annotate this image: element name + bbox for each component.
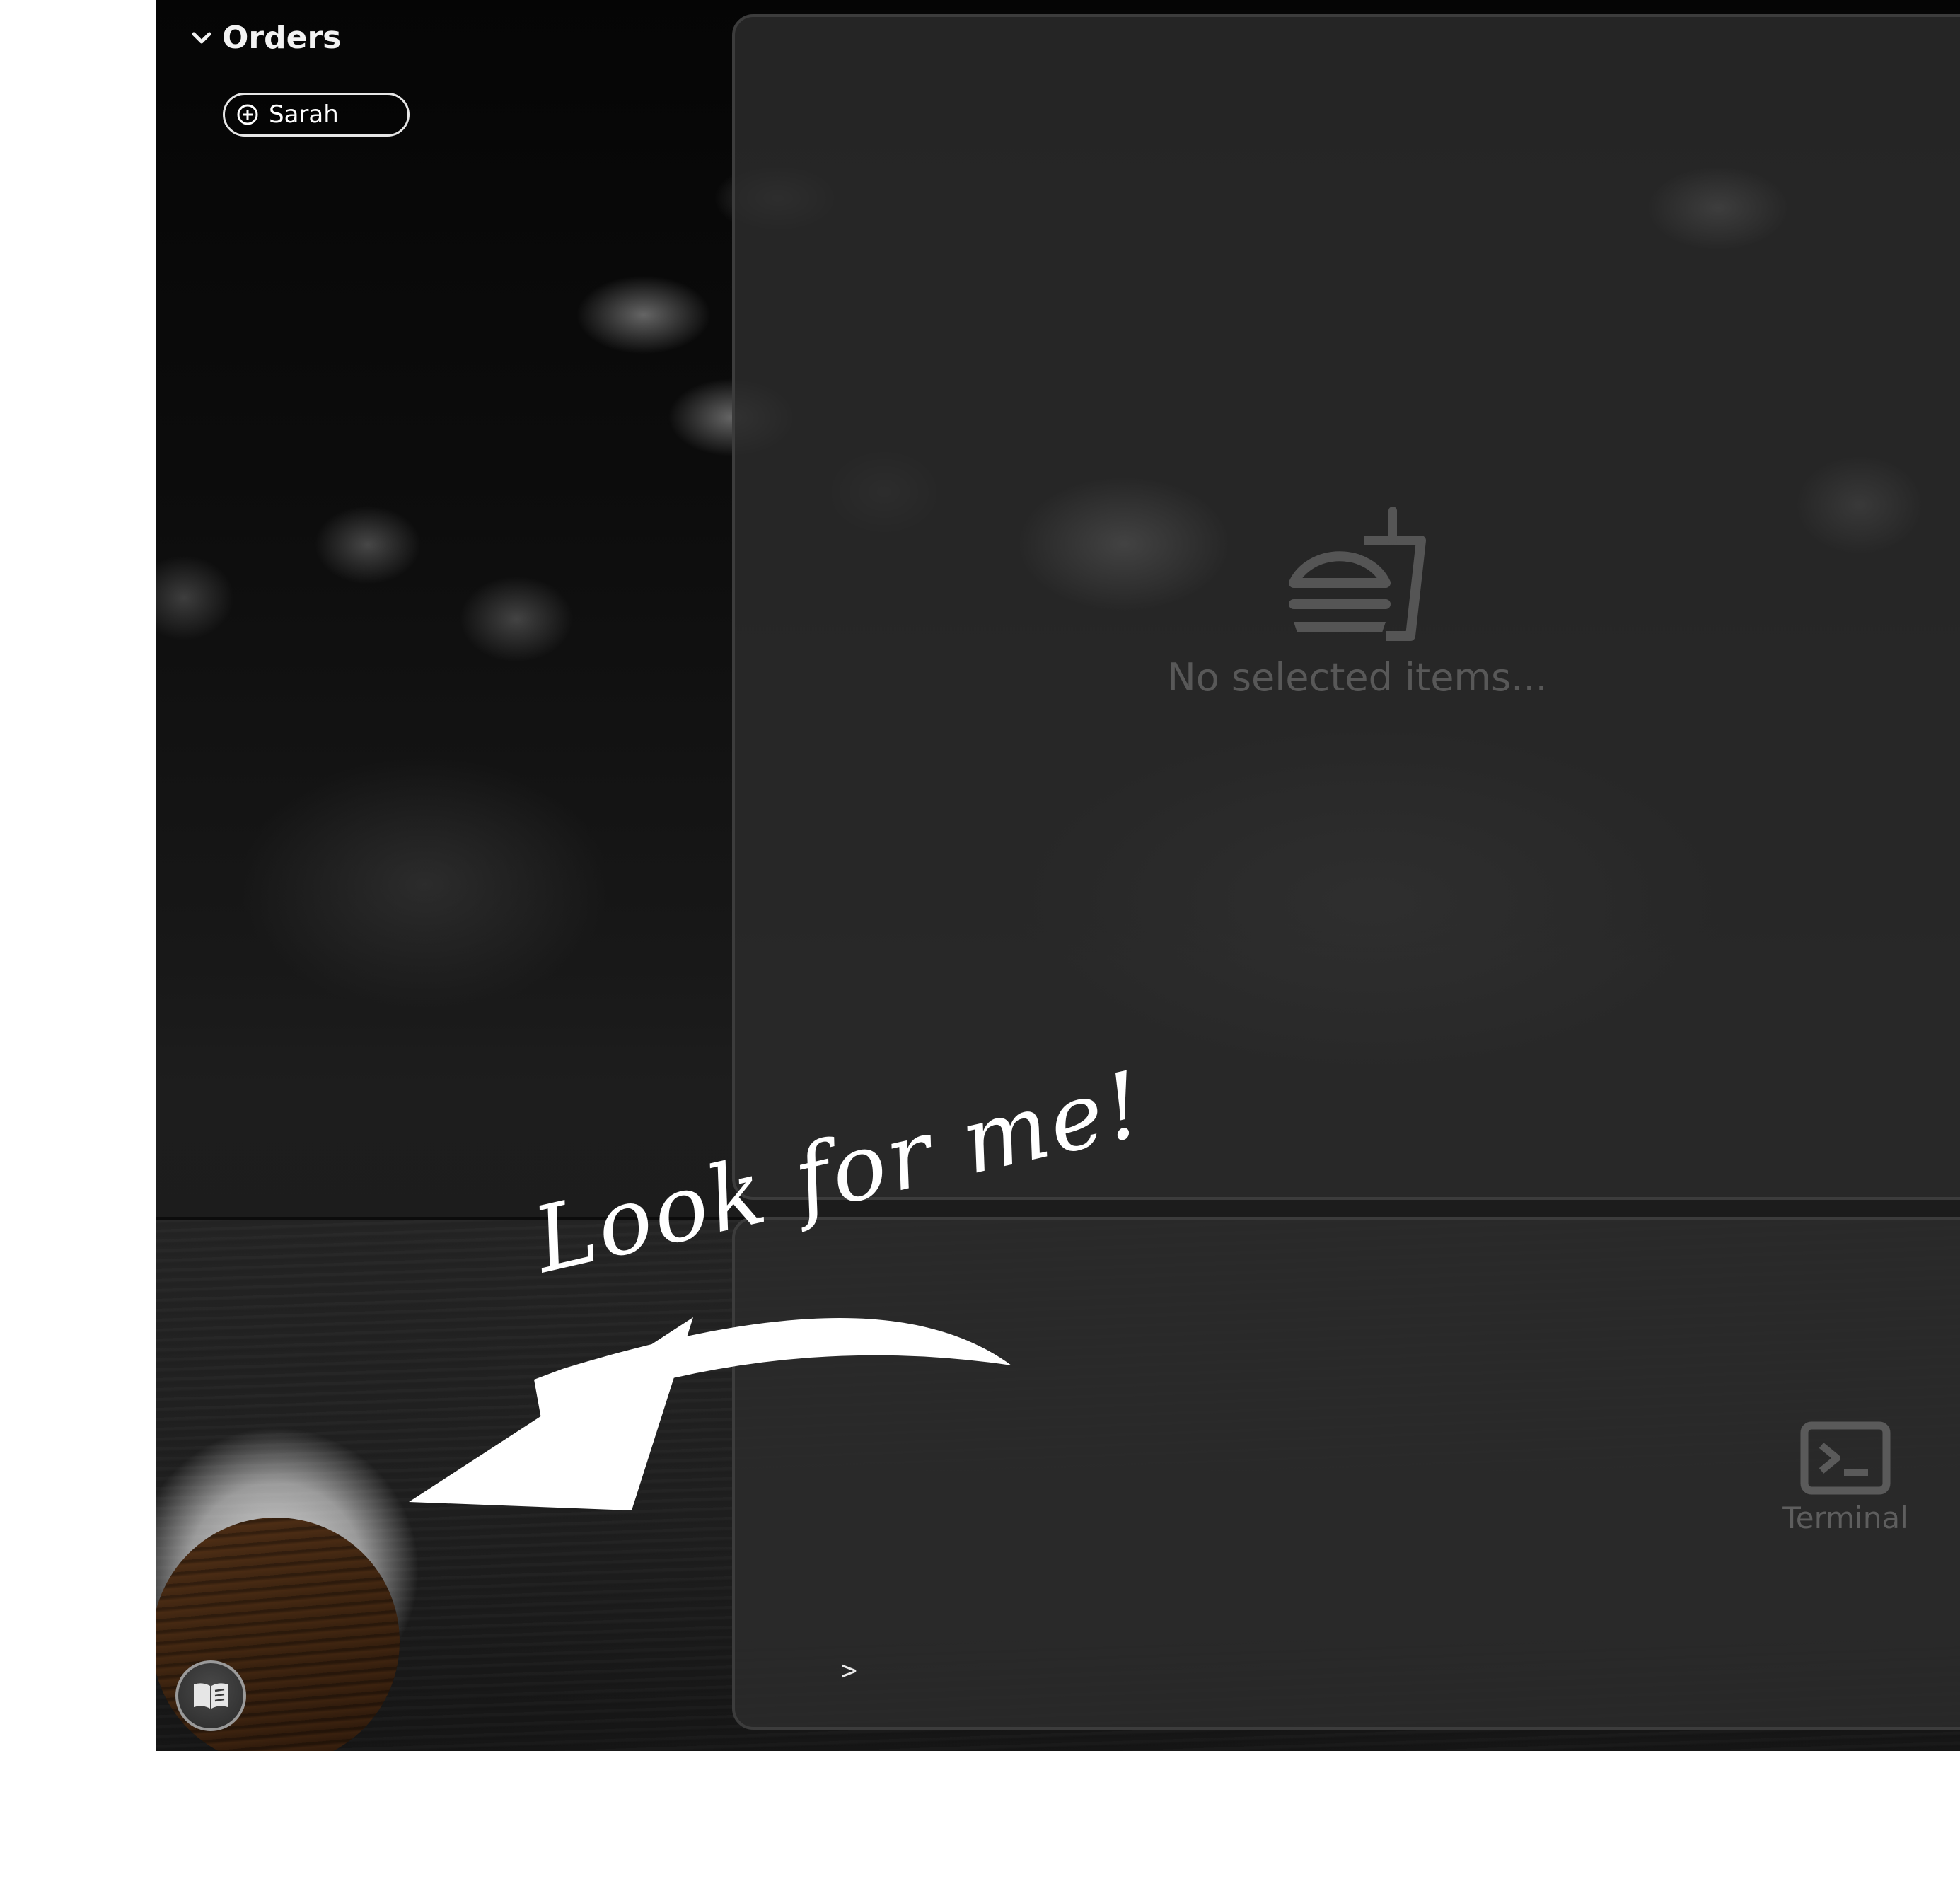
app-window: Orders Sarah No selected items... Termin… bbox=[156, 0, 1960, 1751]
annotation-arrow bbox=[409, 1317, 1011, 1510]
